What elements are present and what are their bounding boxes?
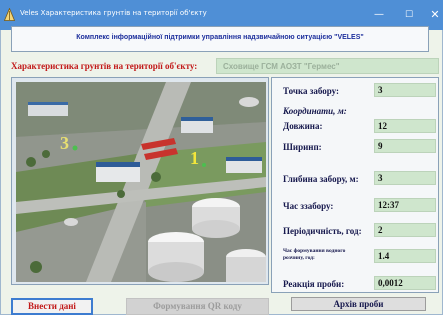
qr-code-button[interactable]: Формування QR коду: [126, 298, 269, 315]
solution-time-value: 1.4: [378, 251, 390, 261]
enter-data-button[interactable]: Внести дані: [11, 298, 93, 315]
width-label: Ширинп:: [283, 142, 322, 152]
sample-point-dot-1: [202, 163, 206, 167]
length-field[interactable]: 12: [374, 119, 436, 133]
coordinates-heading: Координати, м:: [283, 106, 347, 116]
depth-value: 3: [378, 173, 383, 183]
reaction-value: 0,0012: [378, 278, 403, 288]
width-field[interactable]: 9: [374, 139, 436, 153]
time-value: 12:37: [378, 200, 399, 210]
periodicity-field[interactable]: 2: [374, 223, 436, 237]
app-header: Комплекс інформаційної підтримки управлі…: [11, 26, 429, 52]
sampling-point-label: Точка забору:: [283, 86, 340, 96]
object-name-field: Сховище ГСМ АОЗТ "Гермес": [216, 58, 439, 74]
time-label: Час ззабору:: [283, 201, 334, 211]
length-value: 12: [378, 121, 387, 131]
app-icon: [4, 8, 15, 21]
sample-marker-3: 3: [60, 133, 69, 153]
site-aerial-image: 1 3: [16, 82, 266, 282]
periodicity-value: 2: [378, 225, 383, 235]
reaction-field[interactable]: 0,0012: [374, 276, 436, 290]
depth-label: Глибина забору, м:: [283, 174, 359, 184]
section-title: Характеристика грунтів на території об'є…: [11, 61, 198, 71]
sample-marker-1: 1: [190, 148, 199, 168]
sampling-point-value: 3: [378, 85, 383, 95]
site-image-panel: 1 3: [11, 77, 269, 285]
width-value: 9: [378, 141, 383, 151]
window-title: Veles Характеристика грунтів на територі…: [20, 9, 207, 17]
time-field[interactable]: 12:37: [374, 198, 436, 212]
depth-field[interactable]: 3: [374, 171, 436, 185]
object-name-text: Сховище ГСМ АОЗТ "Гермес": [223, 62, 340, 71]
app-header-text: Комплекс інформаційної підтримки управлі…: [76, 34, 364, 41]
sample-point-dot-3: [72, 145, 78, 151]
reaction-label: Реакція проби:: [283, 279, 345, 289]
solution-time-label: Час формування водного розчину, год:: [283, 248, 346, 261]
periodicity-label: Періодичність, год:: [283, 226, 362, 236]
solution-time-field[interactable]: 1.4: [374, 249, 436, 263]
sampling-point-field[interactable]: 3: [374, 83, 436, 97]
length-label: Довжина:: [283, 121, 323, 131]
archive-button[interactable]: Архів проби: [291, 297, 426, 311]
